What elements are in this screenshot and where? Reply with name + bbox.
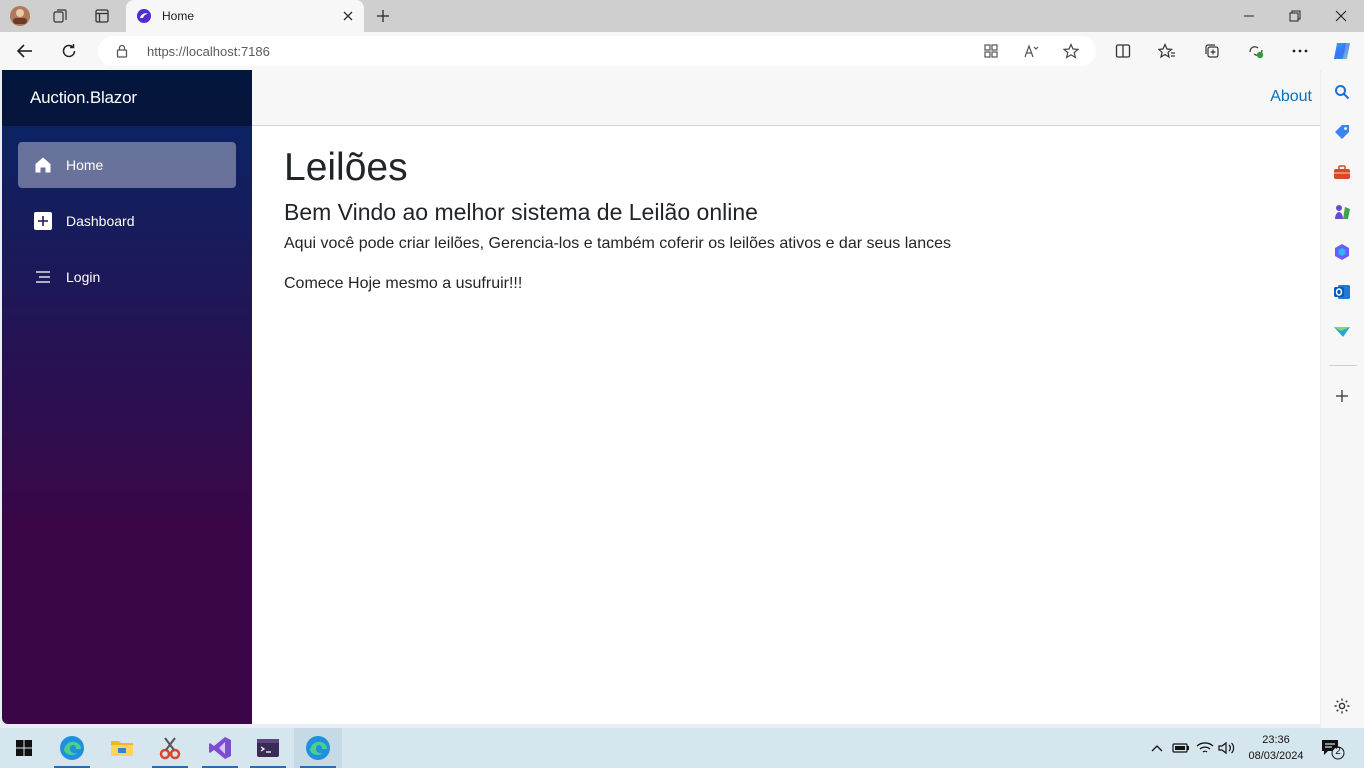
games-icon[interactable] — [1332, 202, 1352, 222]
outlook-icon[interactable] — [1332, 282, 1352, 302]
taskbar-edge-active-icon[interactable] — [294, 728, 342, 768]
sidebar-item-label: Login — [66, 269, 101, 285]
windows-taskbar: 23:36 08/03/2024 2 — [0, 728, 1364, 768]
collections-icon[interactable] — [1199, 39, 1225, 63]
url-text[interactable]: https://localhost:7186 — [147, 44, 270, 59]
taskbar-visual-studio-icon[interactable] — [196, 728, 244, 768]
edge-sidebar — [1321, 70, 1364, 728]
volume-icon[interactable] — [1218, 739, 1236, 757]
refresh-icon[interactable] — [56, 39, 82, 63]
show-hidden-icons-chevron-icon[interactable] — [1148, 739, 1166, 757]
search-icon[interactable] — [1332, 82, 1352, 102]
sidebar-item-dashboard[interactable]: Dashboard — [18, 198, 236, 244]
read-aloud-icon[interactable] — [1021, 42, 1041, 60]
page-title: Leilões — [284, 146, 408, 189]
wifi-icon[interactable] — [1196, 739, 1214, 757]
page-viewport: Auction.Blazor Home Dashboard Login Abou… — [2, 70, 1320, 724]
shopping-tag-icon[interactable] — [1332, 122, 1352, 142]
sidebar-item-home[interactable]: Home — [18, 142, 236, 188]
windows-start-icon[interactable] — [0, 728, 48, 768]
taskbar-snipping-tool-icon[interactable] — [146, 728, 194, 768]
list-icon — [34, 268, 52, 286]
workspaces-icon[interactable] — [48, 4, 72, 28]
sidebar-item-label: Home — [66, 157, 104, 173]
taskbar-clock[interactable]: 23:36 08/03/2024 — [1244, 732, 1308, 764]
notification-count-badge: 2 — [1335, 746, 1341, 757]
favorites-icon[interactable] — [1154, 39, 1180, 63]
restore-button[interactable] — [1272, 0, 1318, 32]
address-bar[interactable]: https://localhost:7186 — [98, 36, 1096, 66]
taskbar-file-explorer-icon[interactable] — [98, 728, 146, 768]
taskbar-edge-icon[interactable] — [48, 728, 96, 768]
browser-essentials-icon[interactable] — [1243, 39, 1269, 63]
minimize-button[interactable] — [1226, 0, 1272, 32]
intro-paragraph: Aqui você pode criar leilões, Gerencia-l… — [284, 235, 951, 252]
back-arrow-icon[interactable] — [12, 39, 38, 63]
settings-gear-icon[interactable] — [1332, 696, 1352, 716]
home-icon — [34, 156, 52, 174]
add-icon[interactable] — [1332, 386, 1352, 406]
microsoft365-icon[interactable] — [1332, 242, 1352, 262]
tab-actions-icon[interactable] — [90, 4, 114, 28]
tab-title: Home — [162, 9, 195, 23]
call-to-action-paragraph: Comece Hoje mesmo a usufruir!!! — [284, 275, 523, 292]
more-options-icon[interactable] — [1287, 39, 1313, 63]
copilot-icon[interactable] — [1329, 39, 1355, 63]
browser-toolbar: https://localhost:7186 — [0, 32, 1364, 70]
taskbar-terminal-icon[interactable] — [244, 728, 292, 768]
new-tab-button[interactable] — [372, 5, 394, 27]
brand-link[interactable]: Auction.Blazor — [30, 88, 137, 108]
profile-avatar-icon[interactable] — [8, 4, 32, 28]
plus-square-icon — [34, 212, 52, 230]
lock-icon[interactable] — [116, 44, 128, 63]
tools-icon[interactable] — [1332, 162, 1352, 182]
page-subtitle: Bem Vindo ao melhor sistema de Leilão on… — [284, 199, 758, 225]
tab-close-icon[interactable] — [340, 8, 356, 24]
sidebar-nav: Auction.Blazor Home Dashboard Login — [2, 70, 252, 724]
drop-send-icon[interactable] — [1332, 322, 1352, 342]
tab-home[interactable]: Home — [126, 0, 364, 32]
battery-icon[interactable] — [1172, 739, 1190, 757]
main-content: Leilões Bem Vindo ao melhor sistema de L… — [284, 144, 1284, 294]
close-window-button[interactable] — [1318, 0, 1364, 32]
sidebar-item-label: Dashboard — [66, 213, 135, 229]
app-available-icon[interactable] — [981, 42, 1001, 60]
browser-tab-strip: Home — [0, 0, 1364, 32]
favorite-star-icon[interactable] — [1061, 42, 1081, 60]
clock-date: 08/03/2024 — [1248, 750, 1304, 762]
clock-time: 23:36 — [1262, 734, 1290, 746]
blazor-favicon-icon — [136, 8, 152, 24]
sidebar-item-login[interactable]: Login — [18, 254, 236, 300]
split-screen-icon[interactable] — [1110, 39, 1136, 63]
top-row: About — [252, 70, 1320, 126]
brand-bar: Auction.Blazor — [2, 70, 252, 126]
notification-center-icon[interactable]: 2 — [1320, 738, 1346, 760]
about-link[interactable]: About — [1270, 88, 1312, 106]
sidebar-divider — [1329, 365, 1357, 366]
